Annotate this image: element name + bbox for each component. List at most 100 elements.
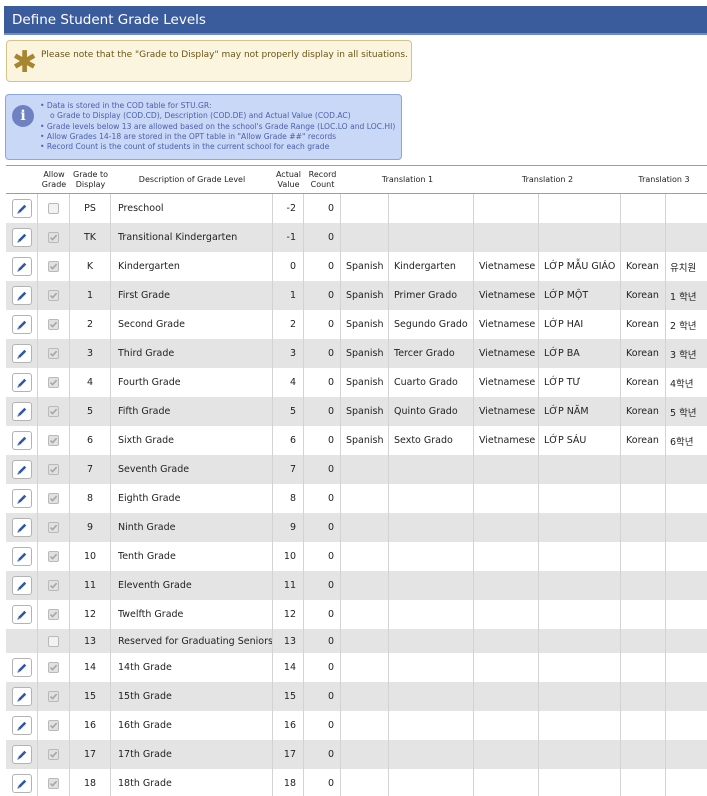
translation3-language-cell: Korean xyxy=(621,252,666,281)
actual-value-text: 15 xyxy=(283,691,296,702)
allow-grade-cell xyxy=(38,542,70,571)
translation1-text-text: Primer Grado xyxy=(394,290,458,301)
allow-grade-cell xyxy=(38,629,70,653)
allow-grade-cell xyxy=(38,339,70,368)
description-cell: Second Grade xyxy=(111,310,273,339)
edit-button[interactable] xyxy=(11,658,32,677)
actual-value-text: 6 xyxy=(289,435,296,446)
actual-value-cell: 18 xyxy=(273,769,304,796)
edit-button[interactable] xyxy=(11,716,32,735)
edit-button[interactable] xyxy=(11,373,32,392)
pencil-icon xyxy=(16,523,26,533)
col-header-translation-2[interactable]: Translation 2 xyxy=(474,166,621,193)
col-header-description[interactable]: Description of Grade Level xyxy=(111,166,273,193)
record-count-text: 0 xyxy=(327,406,334,417)
grade-to-display-cell: 12 xyxy=(70,600,111,629)
description-text: 17th Grade xyxy=(118,749,172,760)
record-count-cell: 0 xyxy=(304,484,341,513)
edit-button[interactable] xyxy=(11,518,32,537)
edit-button[interactable] xyxy=(11,344,32,363)
translation2-text-cell: LỚP BA xyxy=(539,339,621,368)
translation2-language-text: Vietnamese xyxy=(479,261,536,272)
translation2-text-cell: LỚP TƯ xyxy=(539,368,621,397)
edit-button[interactable] xyxy=(11,774,32,793)
edit-button[interactable] xyxy=(11,745,32,764)
table-row: 5 Fifth Grade 5 0 Spanish Quinto Grado Vietnam… xyxy=(6,397,707,426)
pencil-icon xyxy=(16,349,26,359)
translation3-text-cell: 4학년 xyxy=(666,368,707,397)
description-text: Fourth Grade xyxy=(118,377,181,388)
col-header-record-count[interactable]: Record Count xyxy=(304,166,341,193)
checkmark-icon xyxy=(49,664,58,671)
col-header-actual-value[interactable]: Actual Value xyxy=(273,166,304,193)
edit-button[interactable] xyxy=(11,199,32,218)
pencil-icon xyxy=(16,581,26,591)
translation2-text-cell: LỚP HAI xyxy=(539,310,621,339)
actual-value-cell: 10 xyxy=(273,542,304,571)
col-header-translation-3[interactable]: Translation 3 xyxy=(621,166,707,193)
record-count-cell: 0 xyxy=(304,426,341,455)
translation3-text-cell xyxy=(666,682,707,711)
translation3-text-cell: 유치원 xyxy=(666,252,707,281)
grade-to-display-text: TK xyxy=(83,232,97,243)
edit-button[interactable] xyxy=(11,257,32,276)
pencil-icon xyxy=(16,494,26,504)
edit-cell xyxy=(6,397,38,426)
allow-grade-checkbox[interactable] xyxy=(48,203,59,214)
grade-to-display-text: 15 xyxy=(83,691,97,702)
record-count-text: 0 xyxy=(327,778,334,789)
record-count-text: 0 xyxy=(327,580,334,591)
description-text: Sixth Grade xyxy=(118,435,175,446)
actual-value-cell: 15 xyxy=(273,682,304,711)
edit-button[interactable] xyxy=(11,547,32,566)
grade-to-display-text: K xyxy=(86,261,94,272)
description-text: Transitional Kindergarten xyxy=(118,232,238,243)
edit-button[interactable] xyxy=(11,228,32,247)
edit-button[interactable] xyxy=(11,402,32,421)
translation3-text-cell xyxy=(666,194,707,223)
edit-button[interactable] xyxy=(11,460,32,479)
description-cell: Eighth Grade xyxy=(111,484,273,513)
edit-button[interactable] xyxy=(11,489,32,508)
record-count-cell: 0 xyxy=(304,711,341,740)
pencil-icon xyxy=(16,465,26,475)
edit-button[interactable] xyxy=(11,286,32,305)
actual-value-text: 10 xyxy=(283,551,296,562)
description-cell: Reserved for Graduating Seniors xyxy=(111,629,273,653)
description-text: Twelfth Grade xyxy=(118,609,184,620)
edit-button[interactable] xyxy=(11,687,32,706)
grade-to-display-cell: TK xyxy=(70,223,111,252)
translation2-text-text: LỚP NĂM xyxy=(544,406,589,417)
edit-button[interactable] xyxy=(11,431,32,450)
edit-button[interactable] xyxy=(11,576,32,595)
translation1-text-cell xyxy=(389,740,474,769)
translation1-language-cell xyxy=(341,513,389,542)
translation2-text-cell xyxy=(539,769,621,796)
checkmark-icon xyxy=(49,693,58,700)
description-text: Tenth Grade xyxy=(118,551,176,562)
col-header-allow-grade[interactable]: Allow Grade xyxy=(38,166,70,193)
edit-button[interactable] xyxy=(11,315,32,334)
allow-grade-cell xyxy=(38,252,70,281)
translation2-language-text: Vietnamese xyxy=(479,319,536,330)
allow-grade-checkbox xyxy=(48,319,59,330)
allow-grade-cell xyxy=(38,769,70,796)
translation2-language-text: Vietnamese xyxy=(479,348,536,359)
edit-button[interactable] xyxy=(11,605,32,624)
edit-cell xyxy=(6,252,38,281)
col-header-translation-1[interactable]: Translation 1 xyxy=(341,166,474,193)
description-cell: 18th Grade xyxy=(111,769,273,796)
table-row: 3 Third Grade 3 0 Spanish Tercer Grado Vietnam… xyxy=(6,339,707,368)
info-line: o Grade to Display (COD.CD), Description… xyxy=(50,111,351,121)
col-header-grade-to-display[interactable]: Grade to Display xyxy=(70,166,111,193)
grade-to-display-cell: 9 xyxy=(70,513,111,542)
actual-value-cell: -1 xyxy=(273,223,304,252)
description-text: Preschool xyxy=(118,203,164,214)
checkmark-icon xyxy=(49,524,58,531)
translation3-language-text: Korean xyxy=(626,406,659,417)
actual-value-text: 17 xyxy=(283,749,296,760)
grade-to-display-text: 3 xyxy=(86,348,94,359)
allow-grade-cell xyxy=(38,455,70,484)
translation3-language-text: Korean xyxy=(626,261,659,272)
translation2-text-cell xyxy=(539,653,621,682)
